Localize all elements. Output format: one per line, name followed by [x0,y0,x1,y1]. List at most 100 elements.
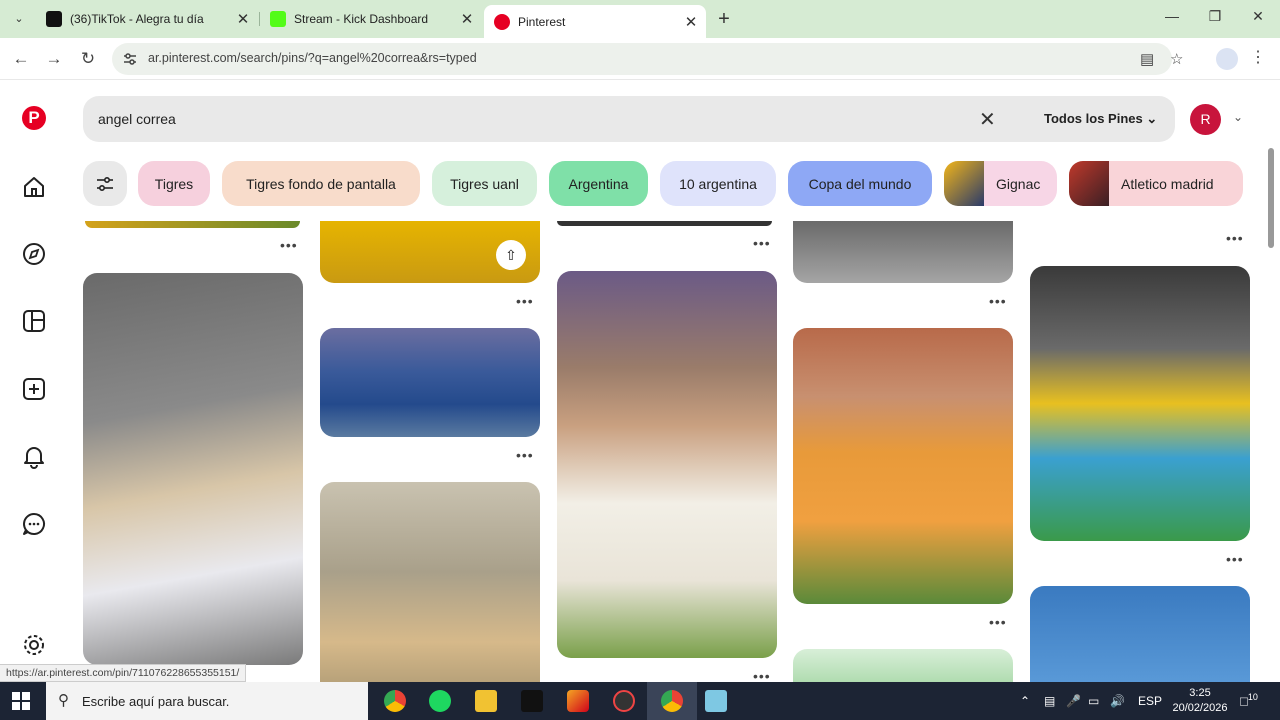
chip-tigres-fondo[interactable]: Tigres fondo de pantalla [222,161,420,206]
sliders-icon [97,176,113,191]
network-icon[interactable]: ▭ [1088,694,1099,708]
microphone-icon[interactable]: 🎤 [1066,694,1081,708]
notification-center-icon[interactable]: □10 [1240,692,1258,708]
epic-games-icon[interactable] [521,690,543,712]
search-icon: ⚲ [58,692,69,709]
bookmark-star-icon[interactable]: ☆ [1170,50,1183,68]
chip-gignac[interactable]: Gignac [944,161,1057,206]
notification-count: 10 [1247,692,1258,702]
pinterest-favicon-icon [494,13,510,30]
close-tab-icon[interactable]: ✕ [458,10,476,28]
pin-more-options-icon[interactable]: ••• [1226,230,1244,246]
pin-more-options-icon[interactable]: ••• [516,447,534,463]
app-icon[interactable] [567,690,589,712]
clock-date: 20/02/2026 [1172,702,1228,714]
pin-more-options-icon[interactable]: ••• [516,293,534,309]
pin-more-options-icon[interactable]: ••• [753,235,771,251]
system-clock[interactable]: 3:25 20/02/2026 [1170,686,1230,716]
close-window-button[interactable]: ✕ [1243,8,1273,25]
chat-icon[interactable] [21,511,47,537]
pin-image[interactable] [793,328,1013,604]
pin-more-options-icon[interactable]: ••• [280,237,298,253]
device-icon[interactable]: ▤ [1044,694,1055,708]
share-upload-icon[interactable]: ⇧ [496,240,526,270]
chip-label: Tigres [154,175,194,192]
chip-tigres[interactable]: Tigres [138,161,210,206]
close-tab-icon[interactable]: ✕ [682,13,700,31]
close-tab-icon[interactable]: ✕ [234,10,252,28]
chip-argentina[interactable]: Argentina [549,161,648,206]
install-app-icon[interactable]: ▤ [1140,50,1154,68]
reload-button[interactable]: ↻ [77,48,99,70]
tab-pinterest[interactable]: Pinterest ✕ [484,5,706,38]
address-bar[interactable]: ar.pinterest.com/search/pins/?q=angel%20… [112,43,1183,75]
clear-search-icon[interactable]: ✕ [979,107,996,132]
forward-button[interactable]: → [43,48,65,70]
pin-more-options-icon[interactable]: ••• [1226,551,1244,567]
chip-atletico-madrid[interactable]: Atletico madrid [1069,161,1243,206]
chrome-icon[interactable] [384,690,406,712]
tab-search-chevron-icon[interactable]: ⌄ [8,9,30,29]
page-scrollbar[interactable] [1266,140,1276,680]
search-query-text: angel correa [98,111,176,127]
compass-icon[interactable] [21,241,47,267]
browser-menu-icon[interactable]: ⋮ [1250,47,1266,67]
chip-label: 10 argentina [679,175,757,192]
windows-taskbar: ⚲ Escribe aquí para buscar. ⌃ ▤ 🎤 ▭ 🔊 ES… [0,682,1280,720]
notepad-icon[interactable] [705,690,727,712]
pin-image[interactable] [557,271,777,658]
spotify-icon[interactable] [429,690,451,712]
pin-image[interactable] [320,328,540,437]
obs-icon[interactable] [613,690,635,712]
pin-image[interactable] [85,221,300,228]
pin-more-options-icon[interactable]: ••• [989,293,1007,309]
pin-image[interactable] [83,273,303,665]
chip-tigres-uanl[interactable]: Tigres uanl [432,161,537,206]
tab-kick[interactable]: Stream - Kick Dashboard ✕ [260,6,482,32]
file-explorer-icon[interactable] [475,690,497,712]
account-chevron-down-icon[interactable]: ⌄ [1233,110,1243,124]
chip-thumbnail [1069,161,1109,206]
site-settings-icon[interactable] [122,51,138,67]
language-indicator[interactable]: ESP [1138,694,1162,708]
chrome-active-icon[interactable] [661,690,683,712]
minimize-button[interactable]: — [1157,8,1187,24]
pin-image[interactable] [1030,266,1250,541]
pin-filter-dropdown[interactable]: Todos los Pines ⌄ [1044,111,1157,127]
tab-title: (36)TikTok - Alegra tu día [70,12,204,26]
windows-start-icon[interactable] [12,692,30,710]
filter-chip-settings[interactable] [83,161,127,206]
chip-label: Tigres uanl [450,175,519,192]
avatar[interactable]: R [1190,104,1221,135]
pin-image[interactable] [320,482,540,682]
kick-favicon-icon [270,11,286,27]
search-input[interactable]: angel correa ✕ Todos los Pines ⌄ [83,96,1175,142]
plus-icon[interactable] [21,376,47,402]
new-tab-button[interactable]: + [714,8,734,31]
taskbar-search-input[interactable]: ⚲ Escribe aquí para buscar. [46,682,368,720]
clock-time: 3:25 [1189,687,1211,699]
volume-icon[interactable]: 🔊 [1110,694,1125,708]
chip-label: Tigres fondo de pantalla [246,175,396,192]
tab-strip: ⌄ (36)TikTok - Alegra tu día ✕ Stream - … [0,0,1280,38]
browser-profile-icon[interactable] [1216,48,1238,70]
gear-icon[interactable] [21,632,47,658]
tab-tiktok[interactable]: (36)TikTok - Alegra tu día ✕ [36,6,258,32]
pinterest-logo-icon[interactable]: P [22,106,46,130]
back-button[interactable]: ← [10,48,32,70]
chip-copa-del-mundo[interactable]: Copa del mundo [788,161,932,206]
chip-label: Atletico madrid [1121,175,1214,192]
pin-more-options-icon[interactable]: ••• [989,614,1007,630]
pin-image[interactable] [793,221,1013,283]
dashboard-icon[interactable] [21,308,47,334]
chip-label: Copa del mundo [808,175,912,192]
bell-icon[interactable] [21,443,47,469]
show-hidden-icons-icon[interactable]: ⌃ [1020,694,1030,708]
pin-image[interactable] [557,221,772,226]
home-icon[interactable] [21,174,47,200]
tab-title: Stream - Kick Dashboard [294,12,429,26]
chip-10-argentina[interactable]: 10 argentina [660,161,776,206]
maximize-button[interactable]: ❐ [1200,8,1230,25]
scrollbar-thumb[interactable] [1268,148,1274,248]
pin-image[interactable] [1030,586,1250,686]
